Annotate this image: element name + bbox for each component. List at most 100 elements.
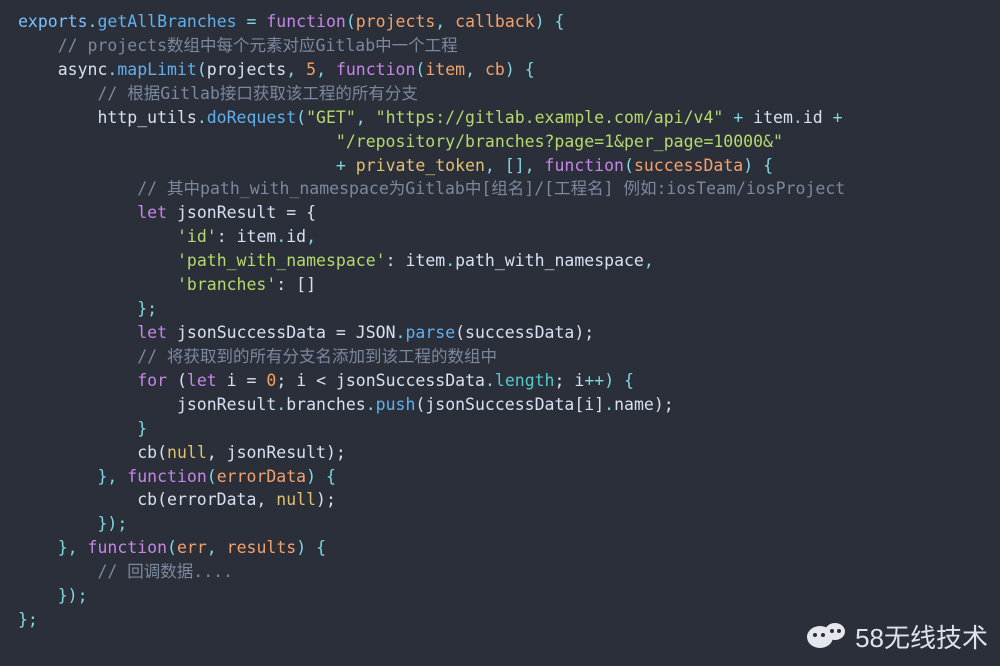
code-token: cb(: [18, 443, 167, 462]
code-token: =: [237, 12, 267, 31]
code-token: .: [445, 251, 455, 270]
code-comment: // 根据Gitlab接口获取该工程的所有分支: [97, 84, 417, 103]
code-token: [18, 132, 336, 151]
code-token: private_token: [356, 156, 485, 175]
code-token: .: [197, 108, 207, 127]
code-token: function: [88, 538, 167, 557]
code-token: ,: [286, 60, 306, 79]
code-comment: // 其中path_with_namespace为Gitlab中[组名]/[工程…: [137, 179, 845, 198]
code-token: ) {: [535, 12, 565, 31]
code-token: for: [137, 371, 167, 390]
code-string: 'id': [177, 227, 217, 246]
code-token: doRequest: [207, 108, 296, 127]
code-token: ; i < jsonSuccessData: [276, 371, 485, 390]
code-token: [18, 203, 137, 222]
code-token: jsonResult: [18, 395, 276, 414]
code-token: });: [18, 514, 127, 533]
code-token: (jsonSuccessData[i]: [415, 395, 604, 414]
code-token: ++: [584, 371, 604, 390]
code-token: ,: [435, 12, 455, 31]
code-token: ; i: [555, 371, 585, 390]
code-token: ,: [465, 60, 485, 79]
watermark: 58无线技术: [807, 620, 988, 658]
code-string: "GET": [306, 108, 356, 127]
code-token: +: [823, 108, 843, 127]
code-token: null: [276, 490, 316, 509]
code-token: successData: [634, 156, 743, 175]
code-token: (: [207, 467, 217, 486]
code-token: [18, 227, 177, 246]
code-token: parse: [405, 323, 455, 342]
code-token: (: [624, 156, 634, 175]
code-token: .: [793, 108, 803, 127]
code-token: , jsonResult);: [207, 443, 346, 462]
code-block: exports.getAllBranches = function(projec…: [0, 0, 1000, 642]
code-token: );: [316, 490, 336, 509]
code-token: );: [654, 395, 674, 414]
code-token: [18, 251, 177, 270]
code-token: getAllBranches: [97, 12, 236, 31]
code-token: ,: [316, 60, 336, 79]
code-token: function: [545, 156, 624, 175]
code-token: projects: [207, 60, 286, 79]
code-token: (: [197, 60, 207, 79]
code-token: length: [495, 371, 555, 390]
code-token: ,: [644, 251, 654, 270]
code-token: function: [266, 12, 345, 31]
code-comment: // 将获取到的所有分支名添加到该工程的数组中: [137, 347, 497, 366]
code-token: item: [425, 60, 465, 79]
code-comment: // projects数组中每个元素对应Gitlab中一个工程: [58, 36, 458, 55]
code-token: i =: [217, 371, 267, 390]
code-token: branches: [286, 395, 365, 414]
code-token: (: [167, 538, 177, 557]
code-token: cb: [485, 60, 505, 79]
code-comment: // 回调数据....: [97, 562, 233, 581]
code-token: results: [227, 538, 297, 557]
code-token: ,: [207, 538, 227, 557]
code-token: [18, 179, 137, 198]
code-token: name: [614, 395, 654, 414]
code-token: id: [286, 227, 306, 246]
code-token: mapLimit: [117, 60, 196, 79]
code-token: exports: [18, 12, 88, 31]
code-token: });: [18, 586, 88, 605]
wechat-icon: [807, 623, 845, 655]
code-token: 0: [266, 371, 276, 390]
code-token: item: [753, 108, 793, 127]
code-token: 5: [306, 60, 316, 79]
code-token: jsonSuccessData = JSON: [167, 323, 395, 342]
code-token: : item: [217, 227, 277, 246]
code-token: ) {: [296, 538, 326, 557]
code-string: 'path_with_namespace': [177, 251, 386, 270]
watermark-text: 58无线技术: [855, 620, 988, 658]
code-token: };: [18, 299, 157, 318]
code-token: function: [127, 467, 206, 486]
code-token: [18, 347, 137, 366]
code-token: },: [18, 538, 88, 557]
code-token: .: [366, 395, 376, 414]
code-token: err: [177, 538, 207, 557]
code-token: projects: [356, 12, 435, 31]
code-token: +: [18, 156, 356, 175]
code-token: },: [18, 467, 127, 486]
code-token: ) {: [505, 60, 535, 79]
code-token: ,: [306, 227, 316, 246]
code-token: errorData: [217, 467, 306, 486]
code-token: (successData);: [455, 323, 594, 342]
code-token: async: [18, 60, 107, 79]
code-token: , [],: [485, 156, 545, 175]
code-token: (: [346, 12, 356, 31]
code-token: let: [137, 323, 167, 342]
code-token: jsonResult = {: [167, 203, 316, 222]
code-token: ) {: [306, 467, 336, 486]
code-token: cb(errorData,: [18, 490, 276, 509]
code-token: : []: [276, 275, 316, 294]
code-token: (: [296, 108, 306, 127]
code-token: .: [604, 395, 614, 414]
code-token: .: [88, 12, 98, 31]
code-token: [18, 371, 137, 390]
code-token: http_utils: [18, 108, 197, 127]
code-token: (: [415, 60, 425, 79]
code-token: path_with_namespace: [455, 251, 644, 270]
code-string: 'branches': [177, 275, 276, 294]
